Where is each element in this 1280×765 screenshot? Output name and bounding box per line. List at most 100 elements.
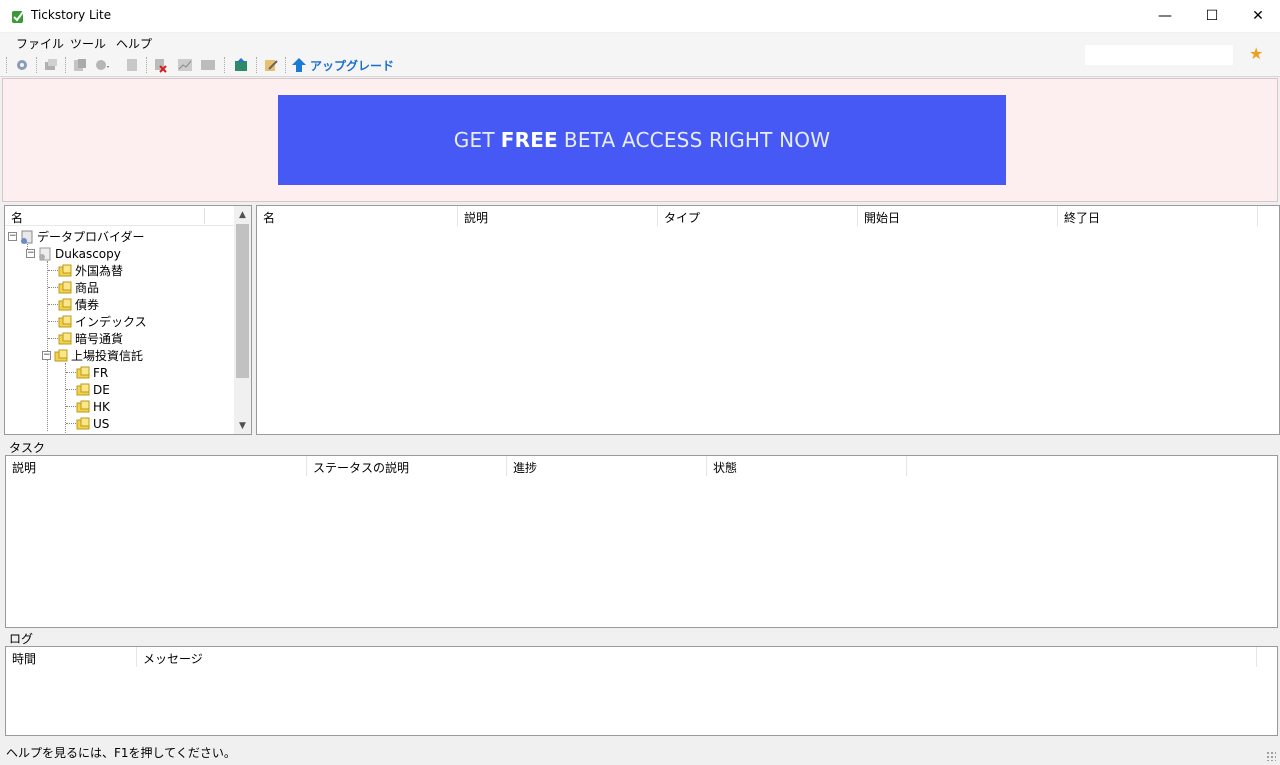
tree-node-etf[interactable]: DE — [75, 381, 110, 398]
menu-file[interactable]: ファイル — [16, 35, 64, 52]
column-label: 説明 — [464, 211, 489, 225]
toolbar-separator — [6, 57, 7, 73]
tree-label: インデックス — [75, 315, 147, 329]
toolbar-separator — [146, 57, 147, 73]
collapse-toggle[interactable]: − — [26, 249, 35, 258]
star-icon[interactable]: ★ — [1249, 44, 1263, 63]
toolbar-separator — [285, 57, 286, 73]
tree-label: 債券 — [75, 298, 100, 312]
toolbar-separator — [36, 57, 37, 73]
tree-label: Dukascopy — [55, 246, 121, 261]
tree-label: US — [93, 416, 110, 431]
column-label: 時間 — [12, 652, 37, 666]
tree-node-category[interactable]: 暗号通貨 — [57, 330, 123, 347]
banner-prefix: GET — [453, 128, 495, 152]
collapse-toggle[interactable]: − — [8, 232, 17, 241]
folder-icon — [76, 417, 90, 429]
tree-node-category[interactable]: 債券 — [57, 296, 99, 313]
collapse-toggle[interactable]: − — [42, 351, 51, 360]
tree-node-category[interactable]: − 上場投資信託 — [42, 347, 143, 364]
tree-label: 外国為替 — [75, 264, 124, 278]
document-icon[interactable] — [124, 57, 140, 73]
server-icon — [21, 230, 33, 244]
copy-icon[interactable] — [72, 57, 88, 73]
tree-node-etf[interactable]: FR — [75, 364, 108, 381]
upgrade-arrow-icon[interactable] — [291, 57, 307, 73]
column-header-type[interactable]: タイプ — [658, 206, 858, 226]
menu-help[interactable]: ヘルプ — [116, 35, 152, 52]
column-label: タイプ — [664, 211, 701, 225]
folder-icon — [54, 349, 68, 361]
tree-label: HK — [93, 399, 110, 414]
menu-tools[interactable]: ツール — [70, 35, 106, 52]
column-header-end-date[interactable]: 終了日 — [1058, 206, 1258, 226]
upgrade-button[interactable]: アップグレード — [310, 57, 394, 74]
close-button[interactable]: ✕ — [1235, 0, 1280, 32]
symbol-list[interactable]: 名 説明 タイプ 開始日 終了日 — [256, 205, 1280, 435]
tree-column-header[interactable]: 名 — [5, 206, 235, 226]
column-label: ステータスの説明 — [313, 461, 410, 475]
log-section-label: ログ — [9, 632, 34, 646]
folder-icon — [58, 315, 72, 327]
edit-icon[interactable] — [263, 57, 279, 73]
tree-header-label: 名 — [11, 211, 24, 225]
toolbar-separator — [256, 57, 257, 73]
minimize-button[interactable]: — — [1142, 0, 1188, 32]
resize-grip-icon[interactable] — [1266, 751, 1276, 761]
tree-node-category[interactable]: 商品 — [57, 279, 99, 296]
tree-scrollbar[interactable]: ▲ ▼ — [234, 206, 251, 434]
column-header-state[interactable]: 状態 — [707, 456, 907, 476]
maximize-button[interactable]: ☐ — [1189, 0, 1235, 32]
table-icon[interactable] — [200, 57, 216, 73]
task-list[interactable]: 説明 ステータスの説明 進捗 状態 — [5, 455, 1278, 628]
layers-icon[interactable] — [43, 57, 59, 73]
tree-label: 上場投資信託 — [71, 349, 144, 363]
tree-label: DE — [93, 382, 110, 397]
column-header-progress[interactable]: 進捗 — [507, 456, 707, 476]
scroll-thumb[interactable] — [236, 224, 249, 378]
tree-label: FR — [93, 365, 109, 380]
column-label: 名 — [263, 211, 276, 225]
tree-node-etf[interactable]: HK — [75, 398, 110, 415]
tree-node-etf[interactable]: US — [75, 415, 109, 432]
folder-icon — [76, 400, 90, 412]
tree-node-root[interactable]: − データプロバイダー — [8, 228, 145, 245]
tree-node-category[interactable]: 外国為替 — [57, 262, 123, 279]
column-label: メッセージ — [143, 652, 203, 666]
tree-node-provider[interactable]: − Dukascopy — [26, 245, 121, 262]
ad-banner-area: GET FREE BETA ACCESS RIGHT NOW — [2, 78, 1278, 202]
chart-icon[interactable] — [177, 57, 193, 73]
tree-node-category[interactable]: インデックス — [57, 313, 147, 330]
toolbar-search-box[interactable] — [1085, 45, 1233, 65]
column-header-description[interactable]: 説明 — [458, 206, 658, 226]
folder-icon — [58, 332, 72, 344]
settings-icon[interactable] — [14, 57, 30, 73]
provider-icon — [39, 247, 51, 260]
scroll-up-icon[interactable]: ▲ — [234, 206, 251, 223]
column-divider[interactable] — [204, 208, 205, 224]
column-header-message[interactable]: メッセージ — [137, 647, 1257, 667]
ad-banner[interactable]: GET FREE BETA ACCESS RIGHT NOW — [278, 95, 1006, 185]
column-header-status-description[interactable]: ステータスの説明 — [307, 456, 507, 476]
column-header-name[interactable]: 名 — [257, 206, 458, 226]
title-bar: Tickstory Lite — ☐ ✕ — [0, 0, 1280, 32]
column-header-time[interactable]: 時間 — [6, 647, 137, 667]
folder-icon — [76, 366, 90, 378]
folder-icon — [58, 298, 72, 310]
tree-label: データプロバイダー — [37, 230, 145, 244]
column-header-start-date[interactable]: 開始日 — [858, 206, 1058, 226]
data-provider-tree[interactable]: 名 − データプロバイダー − Dukascopy 外国為替 商品 債券 インデ… — [4, 205, 252, 435]
column-label: 進捗 — [513, 461, 538, 475]
toolbar-separator — [224, 57, 225, 73]
delete-icon[interactable] — [153, 57, 169, 73]
log-list[interactable]: 時間 メッセージ — [5, 646, 1278, 736]
folder-icon — [58, 264, 72, 276]
scroll-down-icon[interactable]: ▼ — [234, 417, 251, 434]
banner-bold: FREE — [500, 128, 558, 152]
column-header-description[interactable]: 説明 — [6, 456, 307, 476]
folder-icon — [76, 383, 90, 395]
gear-dropdown-icon[interactable] — [94, 57, 110, 73]
tree-label: 暗号通貨 — [75, 332, 124, 346]
export-icon[interactable] — [233, 57, 249, 73]
tasks-section-label: タスク — [9, 441, 46, 455]
